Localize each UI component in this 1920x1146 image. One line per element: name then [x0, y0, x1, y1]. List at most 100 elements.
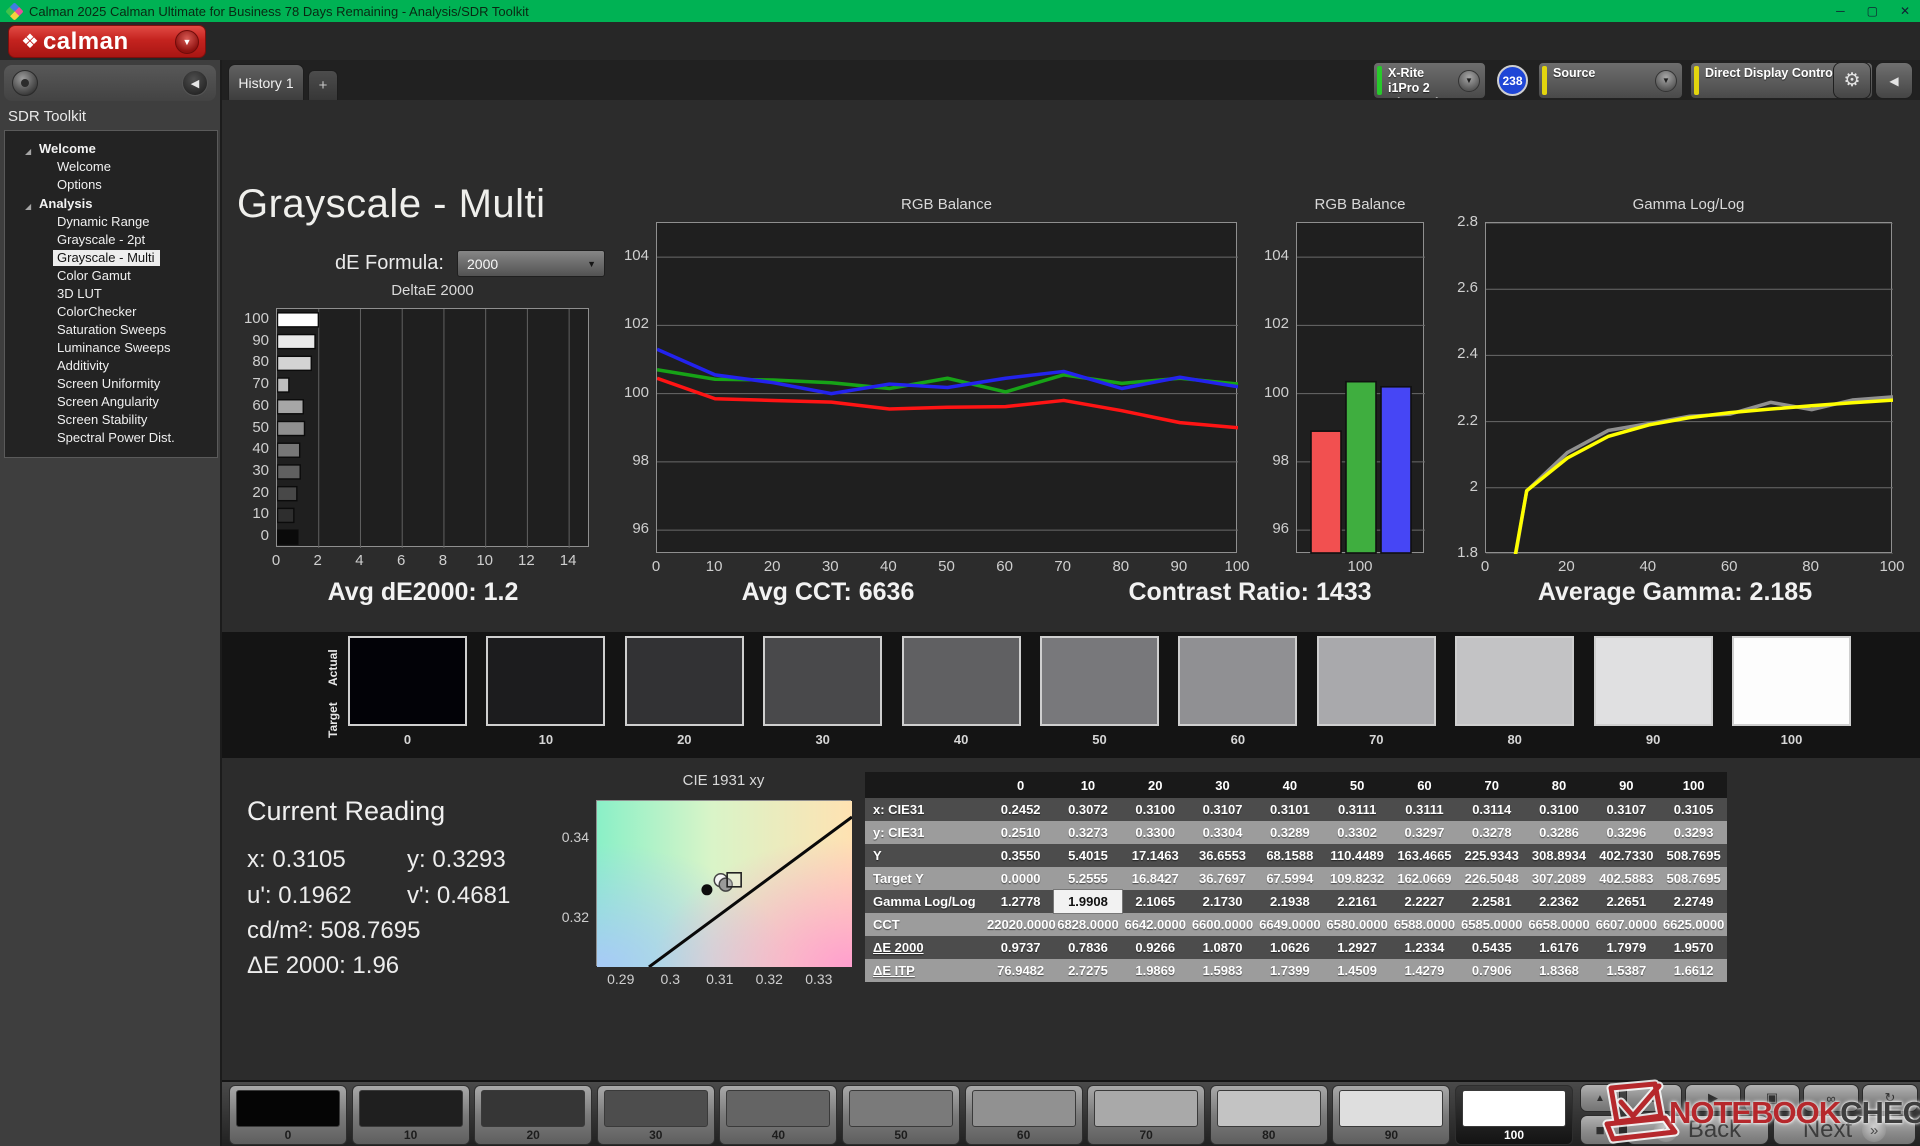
swatch-50	[1040, 636, 1159, 726]
cell: 0.3111	[1323, 798, 1390, 821]
back-button[interactable]: « Back	[1626, 1115, 1769, 1145]
close-button[interactable]: ✕	[1900, 0, 1910, 22]
single-measure-button[interactable]: ▣	[1744, 1084, 1800, 1112]
target-row-label: Target	[326, 694, 340, 746]
cell: 0.2510	[987, 821, 1054, 844]
cell: 1.2334	[1391, 936, 1458, 959]
pattern-button-40[interactable]: 40	[719, 1085, 837, 1145]
cell: 6607.0000	[1593, 913, 1660, 936]
next-button[interactable]: Next »	[1773, 1115, 1916, 1145]
chevron-down-icon[interactable]: ▼	[1458, 70, 1480, 92]
maximize-button[interactable]: ▢	[1867, 0, 1878, 22]
single-measure-icon: ▣	[1766, 1090, 1778, 1106]
meter-dropdown[interactable]: X-Rite i1Pro 2Direct View ▼	[1373, 62, 1486, 99]
pattern-button-30[interactable]: 30	[597, 1085, 715, 1145]
swatch-label-70: 70	[1317, 732, 1436, 747]
pattern-swatch	[1462, 1090, 1566, 1127]
pattern-button-20[interactable]: 20	[474, 1085, 592, 1145]
play-button[interactable]: ▶	[1685, 1084, 1741, 1112]
plot-area	[656, 222, 1237, 553]
swatch-label-10: 10	[486, 732, 605, 747]
tree-section-welcome[interactable]: ◢Welcome	[5, 139, 217, 158]
sidebar-item-saturation-sweeps[interactable]: Saturation Sweeps	[5, 321, 217, 339]
calman-app: Calman 2025 Calman Ultimate for Business…	[0, 0, 1920, 1146]
minimize-button[interactable]: ─	[1836, 0, 1845, 22]
calman-menu-caret-icon[interactable]: ▼	[175, 30, 199, 54]
tab-history-1[interactable]: History 1	[228, 64, 304, 100]
sidebar-item-additivity[interactable]: Additivity	[5, 357, 217, 375]
next-label: Next	[1803, 1116, 1852, 1144]
cell: 0.3297	[1391, 821, 1458, 844]
pattern-window-up-button[interactable]: ▲	[1580, 1084, 1620, 1112]
add-tab-button[interactable]: +	[308, 70, 338, 100]
cell: 508.7695	[1660, 844, 1727, 867]
sidebar-item-dynamic-range[interactable]: Dynamic Range	[5, 213, 217, 231]
sidebar-item-options[interactable]: Options	[5, 176, 217, 194]
session-indicator-button[interactable]	[12, 70, 38, 96]
pattern-swatch	[481, 1090, 585, 1127]
sidebar-item-screen-angularity[interactable]: Screen Angularity	[5, 393, 217, 411]
cell: 6580.0000	[1323, 913, 1390, 936]
sidebar-item-grayscale-2pt[interactable]: Grayscale - 2pt	[5, 231, 217, 249]
pattern-button-60[interactable]: 60	[965, 1085, 1083, 1145]
cell: 1.9869	[1122, 959, 1189, 982]
source-dropdown-label: Source	[1553, 63, 1655, 81]
pattern-label: 10	[353, 1128, 469, 1142]
sidebar-item-colorchecker[interactable]: ColorChecker	[5, 303, 217, 321]
cell: 226.5048	[1458, 867, 1525, 890]
cell: 1.0626	[1256, 936, 1323, 959]
continuous-measure-button[interactable]: ∞	[1803, 1084, 1859, 1112]
stop-pattern-button[interactable]: ■	[1580, 1115, 1620, 1145]
pattern-button-50[interactable]: 50	[842, 1085, 960, 1145]
stop-icon: ■	[1595, 1122, 1604, 1139]
pattern-button-0[interactable]: 0	[229, 1085, 347, 1145]
de-formula-select[interactable]: 2000 ▼	[457, 250, 605, 277]
y-axis-tick-label: 100	[598, 384, 649, 401]
cell: 0.3278	[1458, 821, 1525, 844]
swatch-80	[1455, 636, 1574, 726]
cell: 1.4279	[1391, 959, 1458, 982]
chevron-down-icon[interactable]: ▼	[1655, 70, 1677, 92]
swatch-label-0: 0	[348, 732, 467, 747]
y-axis-tick-label: 20	[222, 484, 269, 501]
sidebar-item-color-gamut[interactable]: Color Gamut	[5, 267, 217, 285]
sidebar-item-spectral-power-dist-[interactable]: Spectral Power Dist.	[5, 429, 217, 447]
chart-title: RGB Balance	[656, 196, 1237, 213]
pattern-button-100[interactable]: 100	[1455, 1085, 1573, 1145]
cell: 2.2749	[1660, 890, 1727, 913]
reading-x: x: 0.3105	[247, 846, 346, 874]
cell: 2.2581	[1458, 890, 1525, 913]
chart-title: Gamma Log/Log	[1485, 196, 1892, 213]
cell: 1.4509	[1323, 959, 1390, 982]
sidebar-item-luminance-sweeps[interactable]: Luminance Sweeps	[5, 339, 217, 357]
sidebar-item-screen-stability[interactable]: Screen Stability	[5, 411, 217, 429]
panel-collapse-button[interactable]: ◀	[1875, 62, 1913, 99]
cell: 109.8232	[1323, 867, 1390, 890]
calman-menu-button[interactable]: ❖ calman ▼	[8, 25, 206, 58]
swatch-0	[348, 636, 467, 726]
column-header: 90	[1593, 772, 1660, 798]
sidebar-item-screen-uniformity[interactable]: Screen Uniformity	[5, 375, 217, 393]
pattern-label: 50	[843, 1128, 959, 1142]
sidebar-item-3d-lut[interactable]: 3D LUT	[5, 285, 217, 303]
stat-average-gamma: Average Gamma: 2.185	[1538, 578, 1812, 607]
window-controls: ─ ▢ ✕	[1836, 0, 1910, 22]
cell: 6828.0000	[1054, 913, 1121, 936]
pattern-button-80[interactable]: 80	[1210, 1085, 1328, 1145]
reading-de2000: ΔE 2000: 1.96	[247, 952, 399, 980]
x-axis-tick-label: 80	[1781, 558, 1841, 575]
sidebar-item-grayscale-multi[interactable]: Grayscale - Multi	[5, 249, 217, 267]
pattern-button-70[interactable]: 70	[1087, 1085, 1205, 1145]
tree-section-analysis[interactable]: ◢Analysis	[5, 194, 217, 213]
settings-gear-button[interactable]: ⚙	[1833, 62, 1871, 99]
pattern-button-90[interactable]: 90	[1332, 1085, 1450, 1145]
sidebar-collapse-icon[interactable]: ◀	[182, 70, 208, 96]
cell: 402.5883	[1593, 867, 1660, 890]
sidebar-item-welcome[interactable]: Welcome	[5, 158, 217, 176]
source-dropdown[interactable]: Source ▼	[1538, 62, 1683, 99]
camera-button[interactable]: ●	[1626, 1084, 1682, 1112]
meter-count-badge[interactable]: 238	[1497, 65, 1528, 96]
cell: 0.3550	[987, 844, 1054, 867]
refresh-button[interactable]: ↻	[1862, 1084, 1918, 1112]
pattern-button-10[interactable]: 10	[352, 1085, 470, 1145]
